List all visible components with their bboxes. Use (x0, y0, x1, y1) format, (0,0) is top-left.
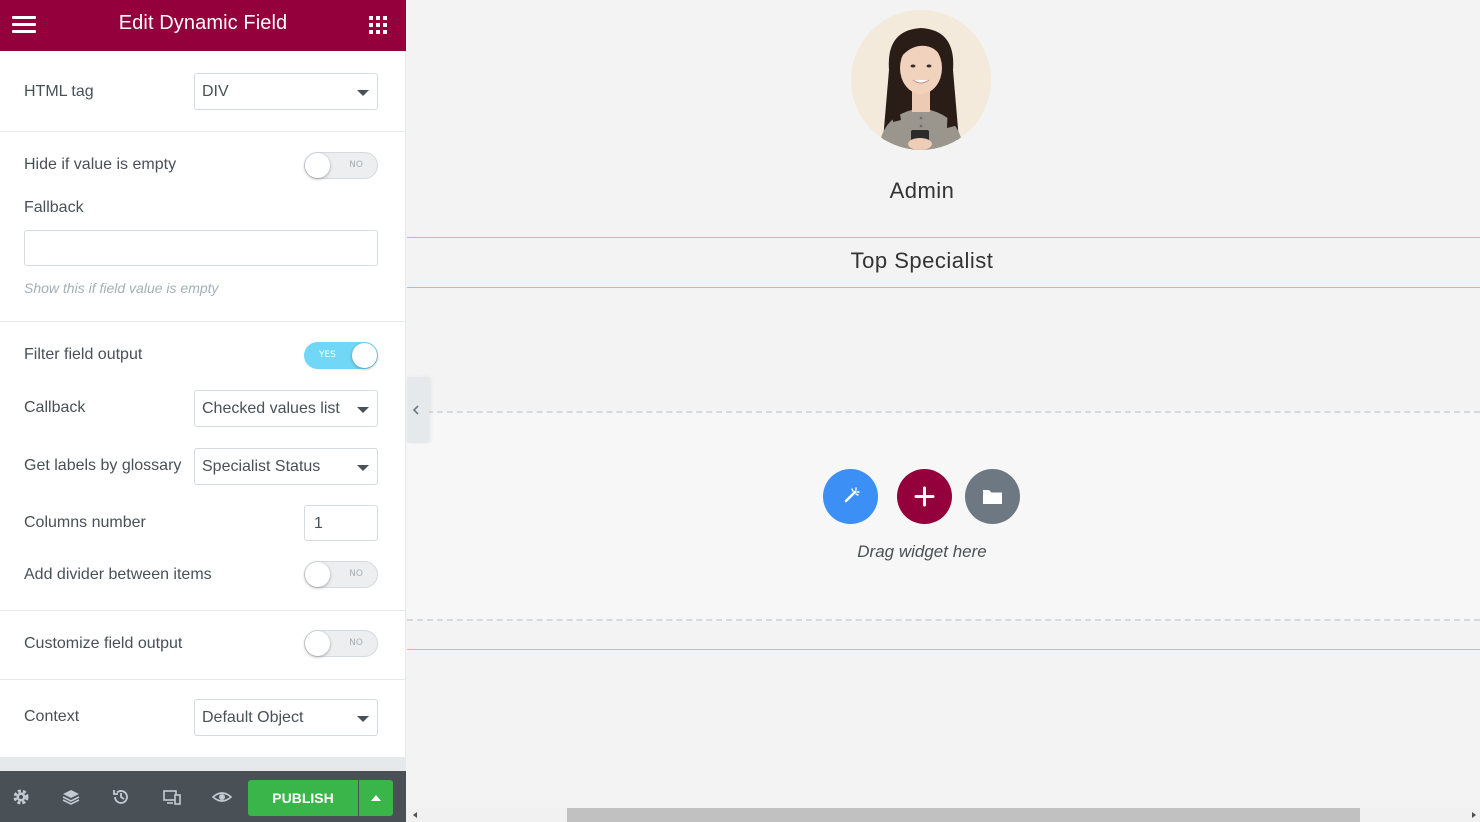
callback-value: Checked values list (202, 400, 340, 417)
toggle-knob (352, 343, 377, 368)
customize-output-toggle[interactable]: NO (304, 630, 378, 657)
admin-name: Admin (889, 178, 955, 203)
avatar (851, 10, 991, 150)
toggle-knob (305, 562, 330, 587)
drag-widget-hint: Drag widget here (857, 542, 987, 561)
toggle-state: NO (349, 638, 363, 648)
toggle-state: YES (319, 350, 336, 360)
section-divider (0, 131, 406, 132)
panel-header: Edit Dynamic Field (0, 0, 406, 51)
panel-title: Edit Dynamic Field (118, 12, 288, 34)
scrollbar-thumb[interactable] (567, 808, 1360, 822)
preview-canvas: Admin Top Specialist Drag widget here (407, 0, 1480, 808)
section-divider (0, 321, 406, 322)
chevron-down-icon (357, 465, 369, 471)
hide-if-empty-toggle[interactable]: NO (304, 152, 378, 179)
fallback-input[interactable] (24, 230, 378, 266)
filter-output-label: Filter field output (24, 346, 143, 363)
columns-number-input[interactable]: 1 (304, 505, 378, 541)
toggle-state: NO (349, 160, 363, 170)
scroll-left-icon[interactable] (413, 812, 417, 818)
widgets-grid-icon[interactable] (369, 16, 387, 34)
glossary-label: Get labels by glossary (24, 457, 182, 474)
magic-wand-icon (844, 487, 860, 503)
context-value: Default Object (202, 709, 304, 726)
collapse-panel-button[interactable] (407, 377, 429, 443)
publish-button[interactable]: PUBLISH (248, 780, 358, 816)
admin-photo (851, 10, 991, 150)
callback-select[interactable]: Checked values list (194, 390, 378, 427)
preview-icon[interactable] (212, 787, 232, 807)
hide-if-empty-label: Hide if value is empty (24, 156, 177, 173)
add-template-button[interactable] (965, 469, 1020, 524)
columns-number-label: Columns number (24, 514, 146, 531)
settings-icon[interactable] (11, 787, 31, 807)
ai-magic-button[interactable] (823, 469, 878, 524)
layers-icon[interactable] (61, 787, 81, 807)
callback-label: Callback (24, 399, 86, 416)
filter-output-toggle[interactable]: YES (304, 342, 378, 369)
chevron-down-icon (357, 716, 369, 722)
html-tag-select[interactable]: DIV (194, 73, 378, 110)
panel-controls: HTML tag DIV Hide if value is empty NO F… (0, 51, 406, 757)
editor-panel: Edit Dynamic Field HTML tag DIV Hide if … (0, 0, 406, 822)
scroll-right-icon[interactable] (1472, 812, 1476, 818)
fallback-label: Fallback (24, 199, 84, 216)
history-icon[interactable] (111, 787, 131, 807)
accent-divider (407, 649, 1480, 650)
section-border-bottom (407, 287, 1480, 288)
chevron-down-icon (357, 90, 369, 96)
add-divider-toggle[interactable]: NO (304, 561, 378, 588)
horizontal-scrollbar[interactable] (407, 808, 1480, 822)
html-tag-value: DIV (202, 83, 229, 100)
customize-output-label: Customize field output (24, 635, 183, 652)
chevron-down-icon (357, 407, 369, 413)
html-tag-label: HTML tag (24, 83, 94, 100)
plus-icon (914, 486, 935, 507)
chevron-left-icon (412, 405, 419, 415)
toggle-knob (305, 153, 330, 178)
context-select[interactable]: Default Object (194, 699, 378, 736)
context-label: Context (24, 708, 80, 725)
add-section-button[interactable] (897, 469, 952, 524)
section-divider (0, 610, 406, 611)
toggle-state: NO (349, 569, 363, 579)
section-border-top (407, 237, 1480, 238)
caret-up-icon (371, 795, 381, 801)
publish-options-button[interactable] (359, 780, 393, 816)
footer-gap (0, 757, 406, 771)
add-divider-label: Add divider between items (24, 566, 212, 583)
section-divider (0, 679, 406, 680)
section-title[interactable]: Top Specialist (407, 248, 1437, 274)
glossary-value: Specialist Status (202, 458, 321, 475)
responsive-icon[interactable] (162, 787, 182, 807)
glossary-select[interactable]: Specialist Status (194, 448, 378, 485)
fallback-hint: Show this if field value is empty (24, 280, 219, 296)
toggle-knob (305, 631, 330, 656)
folder-icon (983, 490, 1002, 504)
